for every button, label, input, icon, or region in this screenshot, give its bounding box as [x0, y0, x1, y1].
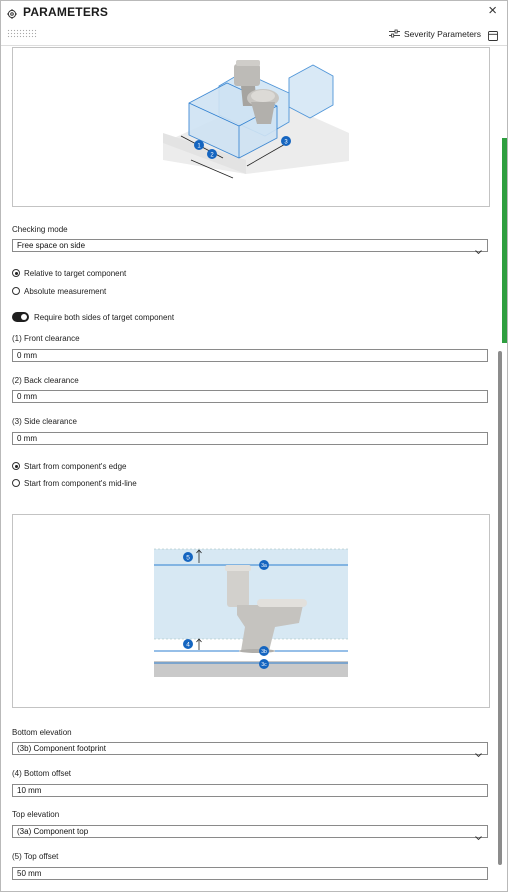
clearance-illustration: 1 2 3: [12, 47, 490, 207]
toggle-switch[interactable]: [12, 312, 29, 322]
radio-button[interactable]: [12, 479, 20, 487]
front-clearance-input[interactable]: 0 mm: [12, 349, 488, 362]
radio-button[interactable]: [12, 462, 20, 470]
toggle-label: Require both sides of target component: [34, 312, 175, 322]
title-bar: PARAMETERS ×: [1, 1, 507, 23]
gear-icon: [7, 6, 17, 24]
severity-parameters-label: Severity Parameters: [404, 29, 481, 39]
top-offset-value: 50 mm: [17, 869, 42, 878]
parameters-window: PARAMETERS × Severity Parameters 1 2 3 C…: [0, 0, 508, 892]
radio-label: Start from component's mid-line: [24, 478, 137, 488]
radio-start-from-edge[interactable]: Start from component's edge: [12, 460, 126, 472]
bottom-elevation-label: Bottom elevation: [12, 728, 72, 737]
checking-mode-label: Checking mode: [12, 225, 68, 234]
radio-absolute-measurement[interactable]: Absolute measurement: [12, 285, 106, 297]
top-elevation-select[interactable]: (3a) Component top: [12, 825, 488, 841]
badge-4: 4: [186, 642, 190, 649]
chevron-down-icon: [475, 745, 482, 763]
top-offset-label: (5) Top offset: [12, 852, 59, 861]
checking-mode-value: Free space on side: [17, 241, 86, 250]
badge-3b: 3b: [261, 649, 267, 655]
badge-5: 5: [186, 555, 190, 562]
top-offset-input[interactable]: 50 mm: [12, 867, 488, 880]
chevron-down-icon: [475, 242, 482, 260]
radio-label: Start from component's edge: [24, 461, 127, 471]
side-clearance-label: (3) Side clearance: [12, 417, 77, 426]
severity-parameters-button[interactable]: Severity Parameters: [389, 27, 481, 41]
top-elevation-value: (3a) Component top: [17, 827, 89, 836]
front-clearance-value: 0 mm: [17, 351, 37, 360]
vertical-scrollbar[interactable]: [497, 47, 503, 883]
back-clearance-label: (2) Back clearance: [12, 376, 79, 385]
badge-3c: 3c: [261, 662, 267, 668]
panel-toggle-icon[interactable]: [488, 28, 498, 41]
close-button[interactable]: ×: [488, 3, 497, 19]
chevron-down-icon: [475, 828, 482, 846]
radio-label: Absolute measurement: [24, 286, 107, 296]
sliders-icon: [389, 29, 400, 40]
window-title: PARAMETERS: [23, 5, 109, 19]
top-elevation-label: Top elevation: [12, 810, 60, 819]
radio-start-from-midline[interactable]: Start from component's mid-line: [12, 477, 137, 489]
checking-mode-select[interactable]: Free space on side: [12, 239, 488, 255]
radio-relative-to-target[interactable]: Relative to target component: [12, 267, 126, 279]
front-clearance-label: (1) Front clearance: [12, 334, 80, 343]
drag-grip-icon[interactable]: [7, 29, 37, 38]
toolbar-divider: [1, 45, 507, 46]
radio-label: Relative to target component: [24, 268, 127, 278]
toolbar: Severity Parameters: [1, 24, 507, 44]
badge-3a: 3a: [261, 563, 267, 569]
require-both-sides-toggle[interactable]: Require both sides of target component: [12, 311, 174, 323]
bottom-offset-input[interactable]: 10 mm: [12, 784, 488, 797]
bottom-elevation-select[interactable]: (3b) Component footprint: [12, 742, 488, 758]
bottom-offset-label: (4) Bottom offset: [12, 769, 71, 778]
side-clearance-input[interactable]: 0 mm: [12, 432, 488, 445]
side-clearance-value: 0 mm: [17, 434, 37, 443]
radio-button[interactable]: [12, 287, 20, 295]
bottom-elevation-value: (3b) Component footprint: [17, 744, 106, 753]
bottom-offset-value: 10 mm: [17, 786, 42, 795]
scrollbar-thumb[interactable]: [498, 351, 502, 865]
back-clearance-value: 0 mm: [17, 392, 37, 401]
elevation-illustration: 5 3a 4 3b 3c: [12, 514, 490, 708]
radio-button[interactable]: [12, 269, 20, 277]
back-clearance-input[interactable]: 0 mm: [12, 390, 488, 403]
